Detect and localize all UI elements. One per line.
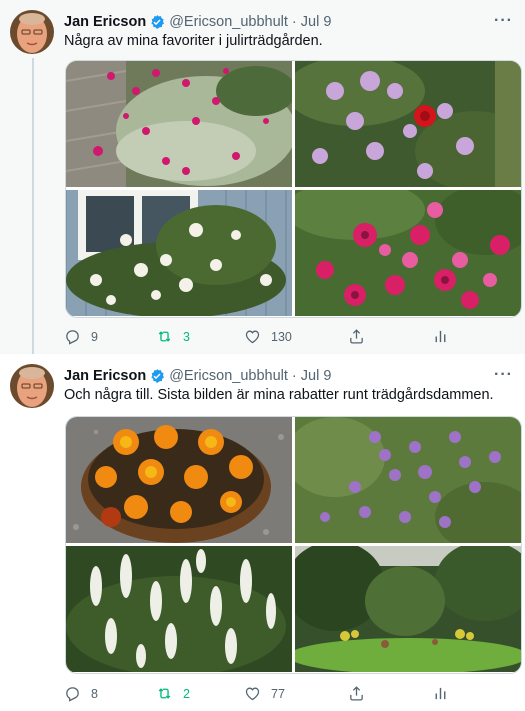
reply-icon xyxy=(66,330,79,345)
retweet-count: 3 xyxy=(183,329,190,344)
photo-garden-beds-by-pond[interactable] xyxy=(295,546,521,672)
retweet-icon xyxy=(158,688,171,699)
verified-badge-icon xyxy=(151,369,165,383)
reply-button[interactable]: 8 xyxy=(64,685,98,702)
analytics-icon xyxy=(435,687,446,700)
reply-icon xyxy=(66,687,79,702)
photo-grid xyxy=(65,416,522,674)
author-handle[interactable]: @Ericson_ubbhult xyxy=(169,14,288,30)
share-button[interactable] xyxy=(348,685,375,702)
photo-marigolds-in-pot[interactable] xyxy=(66,417,292,543)
avatar[interactable] xyxy=(10,364,54,408)
photo-white-salvia[interactable] xyxy=(66,546,292,672)
analytics-button[interactable] xyxy=(432,328,459,345)
photo-pink-campion-flowers[interactable] xyxy=(66,61,292,187)
photo-mallow-and-red-rose[interactable] xyxy=(295,61,521,187)
separator: · xyxy=(291,14,297,30)
retweet-icon xyxy=(158,331,171,342)
analytics-icon xyxy=(435,330,446,343)
tweet-actions: 9 3 130 xyxy=(64,328,464,348)
like-count: 77 xyxy=(271,686,285,701)
share-icon xyxy=(350,329,363,344)
retweet-count: 2 xyxy=(183,686,190,701)
tweet-header: Jan Ericson @Ericson_ubbhult · Jul 9 xyxy=(64,12,331,32)
tweet-2[interactable]: Jan Ericson @Ericson_ubbhult · Jul 9 ···… xyxy=(0,354,525,711)
photo-purple-bellflowers[interactable] xyxy=(295,417,521,543)
separator: · xyxy=(291,368,297,384)
like-count: 130 xyxy=(271,329,292,344)
like-icon xyxy=(245,687,260,701)
like-button[interactable]: 77 xyxy=(244,685,285,702)
avatar[interactable] xyxy=(10,10,54,54)
photo-sweet-william-pink-flowers[interactable] xyxy=(295,190,521,316)
tweet-text: Några av mina favoriter i julirträdgårde… xyxy=(64,33,323,49)
tweet-header: Jan Ericson @Ericson_ubbhult · Jul 9 xyxy=(64,366,331,386)
share-button[interactable] xyxy=(348,328,375,345)
like-button[interactable]: 130 xyxy=(244,328,292,345)
reply-button[interactable]: 9 xyxy=(64,328,98,345)
verified-badge-icon xyxy=(151,15,165,29)
more-options-button[interactable]: ··· xyxy=(494,366,513,384)
retweet-button[interactable]: 2 xyxy=(156,685,190,702)
retweet-button[interactable]: 3 xyxy=(156,328,190,345)
tweet-date[interactable]: Jul 9 xyxy=(301,14,332,30)
share-icon xyxy=(350,686,363,701)
photo-white-rose-by-window[interactable] xyxy=(66,190,292,316)
author-handle[interactable]: @Ericson_ubbhult xyxy=(169,368,288,384)
photo-grid xyxy=(65,60,522,318)
tweet-1[interactable]: Jan Ericson @Ericson_ubbhult · Jul 9 ···… xyxy=(0,0,525,358)
reply-count: 8 xyxy=(91,686,98,701)
thread-line xyxy=(32,58,34,358)
tweet-text: Och några till. Sista bilden är mina rab… xyxy=(64,387,494,403)
more-options-button[interactable]: ··· xyxy=(494,12,513,30)
tweet-actions: 8 2 77 xyxy=(64,685,464,705)
like-icon xyxy=(245,330,260,344)
author-name[interactable]: Jan Ericson xyxy=(64,368,146,384)
reply-count: 9 xyxy=(91,329,98,344)
tweet-date[interactable]: Jul 9 xyxy=(301,368,332,384)
author-name[interactable]: Jan Ericson xyxy=(64,14,146,30)
analytics-button[interactable] xyxy=(432,685,459,702)
